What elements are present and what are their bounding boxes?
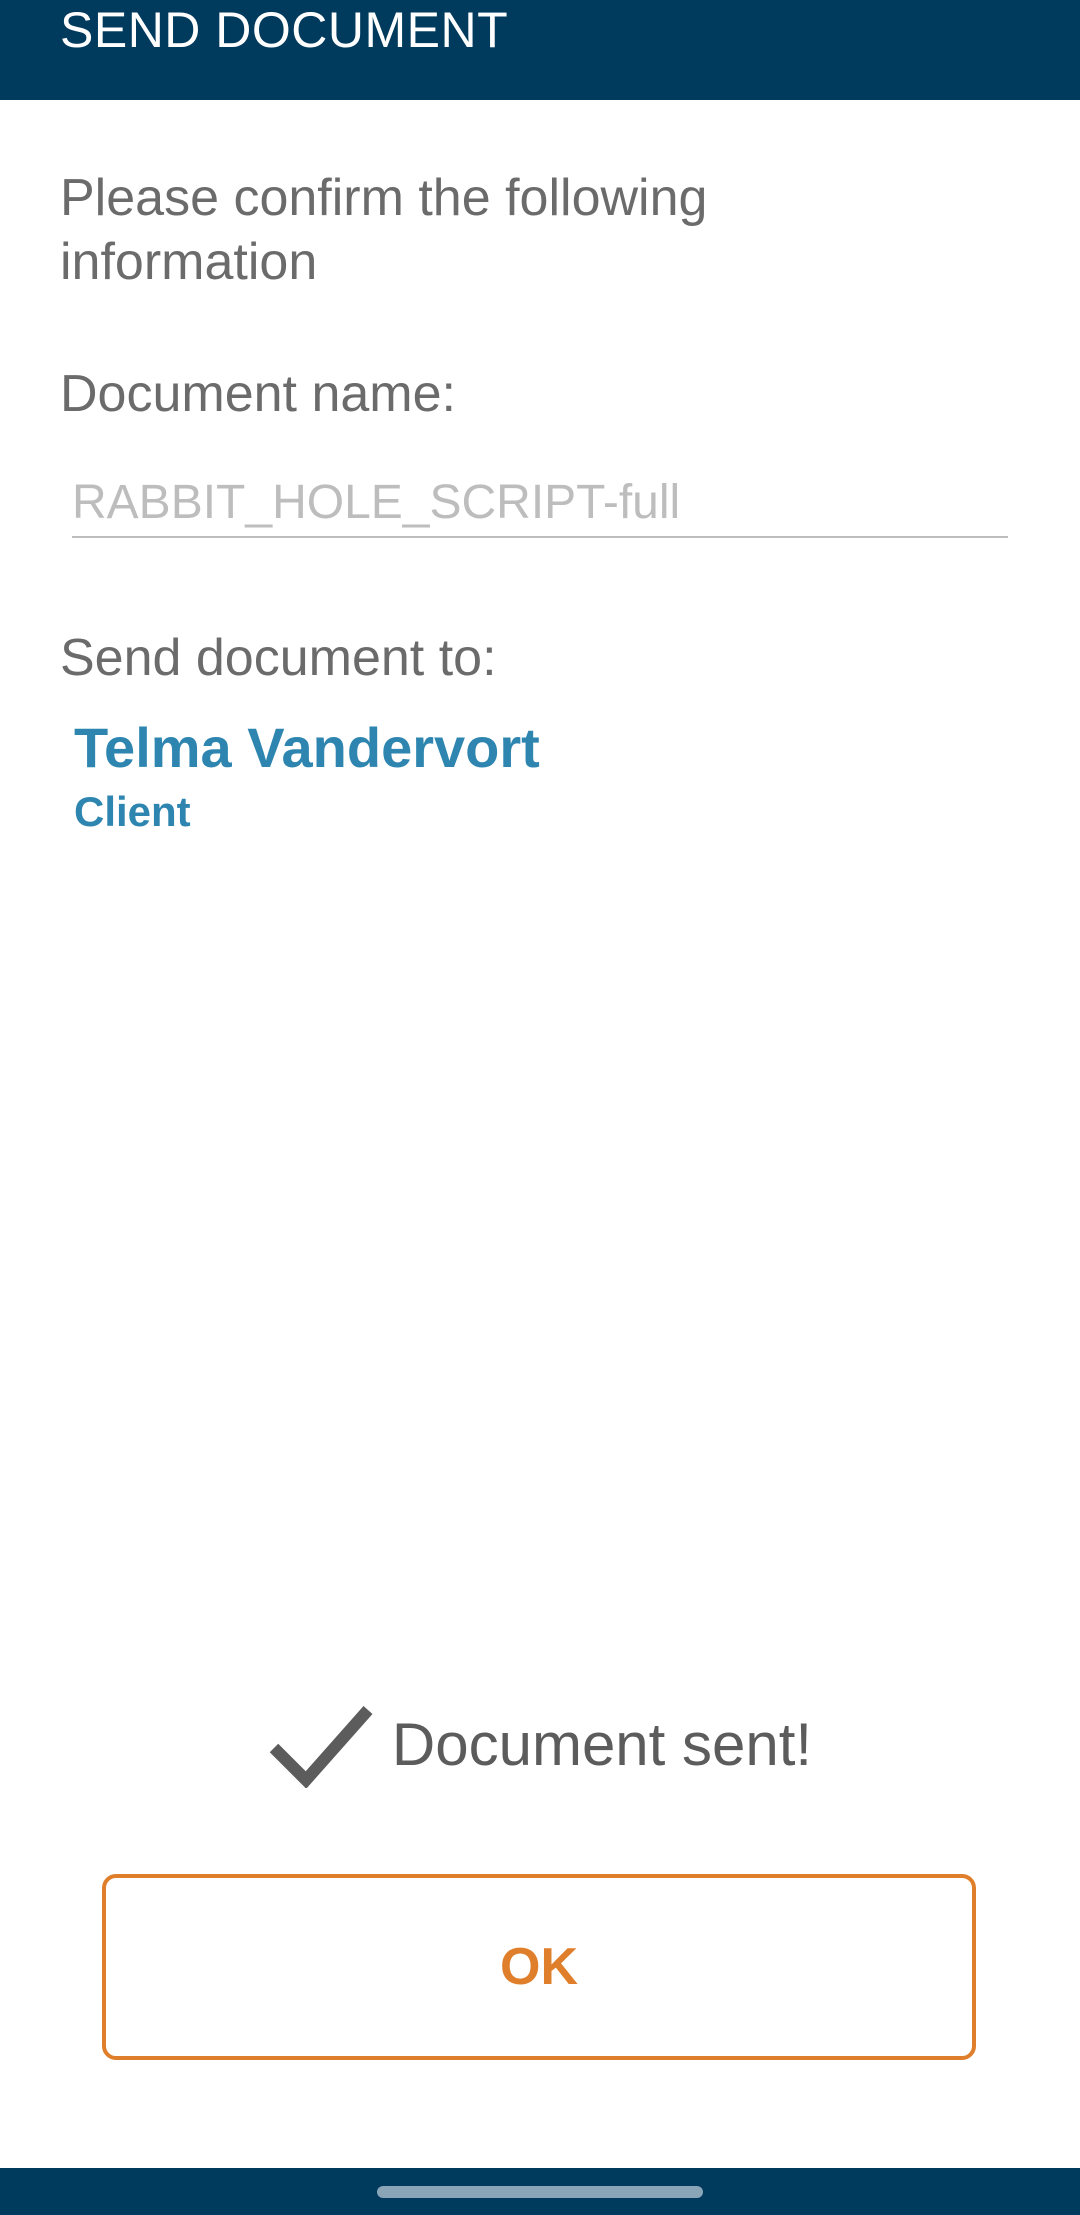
recipient-role: Client <box>74 788 191 835</box>
ok-button[interactable]: OK <box>102 1874 976 2060</box>
check-icon <box>268 1702 374 1789</box>
page-title: SEND DOCUMENT <box>60 2 509 58</box>
recipient-name: Telma Vandervort <box>74 716 540 779</box>
send-status: Document sent! <box>0 1700 1080 1790</box>
system-navigation-bar <box>0 2168 1080 2215</box>
document-name-field[interactable] <box>72 468 1008 538</box>
recipient-item[interactable]: Telma Vandervort Client <box>74 712 540 840</box>
app-bar: SEND DOCUMENT <box>0 0 1080 100</box>
confirmation-intro: Please confirm the following information <box>60 169 708 291</box>
send-to-label: Send document to: <box>60 629 497 687</box>
send-document-screen: SEND DOCUMENT Please confirm the followi… <box>0 0 1080 2215</box>
home-indicator[interactable] <box>377 2186 703 2198</box>
status-message: Document sent! <box>391 1711 813 1778</box>
document-name-label: Document name: <box>60 365 456 423</box>
